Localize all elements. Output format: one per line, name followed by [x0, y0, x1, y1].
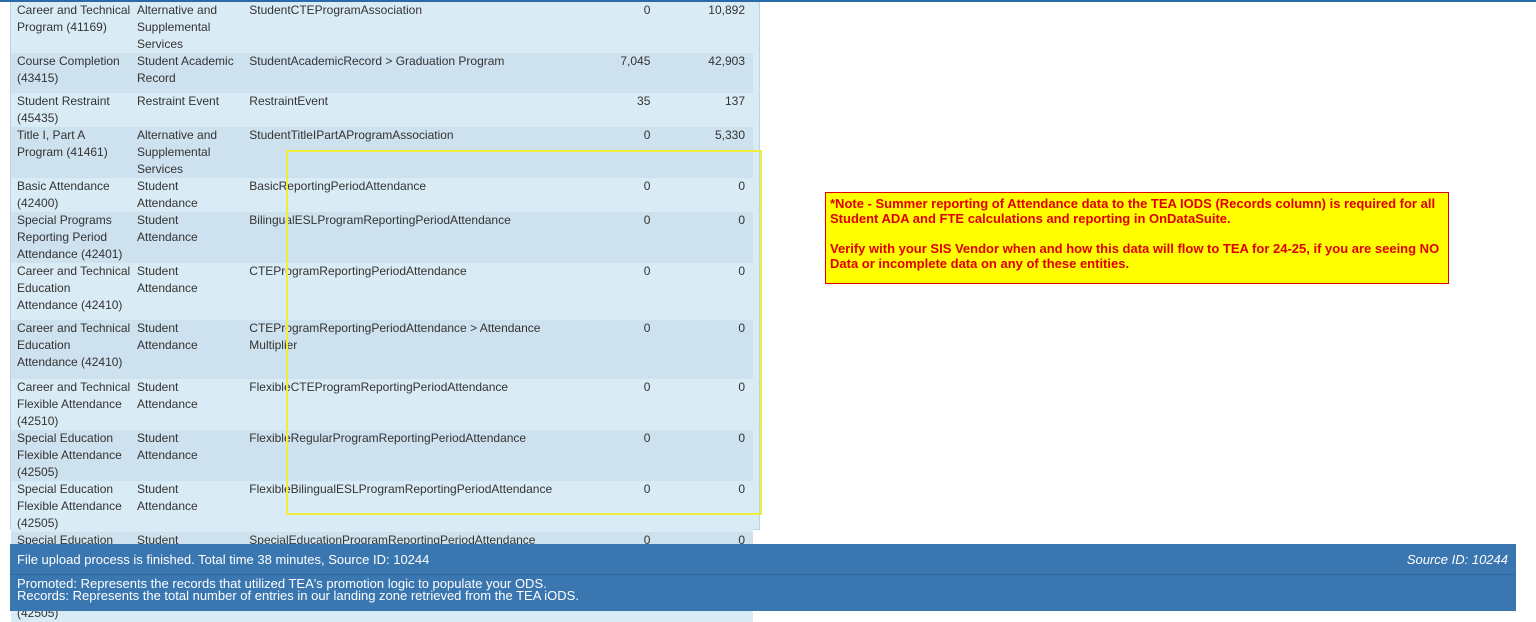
entity-table: Career and Technical Program (41169) Alt… — [11, 2, 753, 622]
promoted-cell: 7,045 — [620, 54, 651, 68]
note-line-1: *Note - Summer reporting of Attendance d… — [830, 196, 1436, 226]
promoted-cell: 0 — [643, 213, 651, 227]
promoted-cell: 0 — [643, 128, 651, 142]
records-cell: 0 — [738, 213, 745, 227]
table-row: Title I, Part A Program (41461) Alternat… — [11, 127, 753, 178]
promoted-cell: 0 — [643, 431, 651, 445]
table-row: Course Completion (43415) Student Academ… — [11, 53, 753, 93]
domain-cell: Student Attendance — [136, 264, 198, 295]
table-row: Career and Technical Flexible Attendance… — [11, 379, 753, 430]
table-row: Career and Technical Education Attendanc… — [11, 263, 753, 320]
records-definition: Records: Represents the total number of … — [17, 588, 579, 603]
promoted-cell: 35 — [637, 94, 651, 108]
promoted-cell: 0 — [643, 380, 651, 394]
records-cell: 10,892 — [708, 3, 745, 17]
upload-finished-message: File upload process is finished. Total t… — [17, 552, 430, 567]
domain-cell: Student Academic Record — [136, 54, 234, 85]
entity-cell: FlexibleRegularProgramReportingPeriodAtt… — [249, 431, 527, 445]
domain-cell: Student Attendance — [136, 321, 198, 352]
records-cell: 0 — [738, 264, 745, 278]
table-row: Career and Technical Program (41169) Alt… — [11, 2, 753, 53]
promoted-cell: 0 — [643, 321, 651, 335]
domain-cell: Student Attendance — [136, 482, 198, 513]
domain-cell: Restraint Event — [136, 94, 220, 108]
promoted-cell: 0 — [643, 264, 651, 278]
attendance-note: *Note - Summer reporting of Attendance d… — [825, 192, 1449, 284]
table-row: Special Education Flexible Attendance (4… — [11, 430, 753, 481]
note-line-2: Verify with your SIS Vendor when and how… — [830, 241, 1440, 271]
table-row: Special Programs Reporting Period Attend… — [11, 212, 753, 263]
category-cell: Special Programs Reporting Period Attend… — [17, 213, 123, 261]
entity-cell: CTEProgramReportingPeriodAttendance > At… — [249, 321, 541, 352]
entity-cell: FlexibleCTEProgramReportingPeriodAttenda… — [249, 380, 509, 394]
records-cell: 0 — [738, 321, 745, 335]
table-row: Career and Technical Education Attendanc… — [11, 320, 753, 379]
domain-cell: Student Attendance — [136, 431, 198, 462]
promoted-cell: 0 — [643, 482, 651, 496]
entity-cell: StudentTitleIPartAProgramAssociation — [249, 128, 454, 142]
domain-cell: Alternative and Supplemental Services — [136, 3, 218, 51]
entity-cell: BilingualESLProgramReportingPeriodAttend… — [249, 213, 511, 227]
entity-cell: BasicReportingPeriodAttendance — [249, 179, 427, 193]
category-cell: Course Completion (43415) — [17, 54, 120, 85]
records-cell: 5,330 — [714, 128, 745, 142]
category-cell: Career and Technical Education Attendanc… — [17, 264, 131, 312]
category-cell: Career and Technical Flexible Attendance… — [17, 380, 131, 428]
table-row: Basic Attendance (42400) Student Attenda… — [11, 178, 753, 212]
records-cell: 0 — [738, 482, 745, 496]
domain-cell: Student Attendance — [136, 380, 198, 411]
entity-cell: FlexibleBilingualESLProgramReportingPeri… — [249, 482, 553, 496]
table-row: Student Restraint (45435) Restraint Even… — [11, 93, 753, 127]
footer-header: File upload process is finished. Total t… — [10, 544, 1516, 575]
category-cell: Career and Technical Education Attendanc… — [17, 321, 131, 369]
domain-cell: Student Attendance — [136, 179, 198, 210]
entity-cell: StudentCTEProgramAssociation — [249, 3, 423, 17]
source-id-label: Source ID: 10244 — [1406, 552, 1508, 567]
domain-cell: Alternative and Supplemental Services — [136, 128, 218, 176]
records-cell: 42,903 — [708, 54, 745, 68]
records-cell: 137 — [724, 94, 745, 108]
category-cell: Career and Technical Program (41169) — [17, 3, 131, 34]
entity-cell: StudentAcademicRecord > Graduation Progr… — [249, 54, 505, 68]
category-cell: Special Education Flexible Attendance (4… — [17, 431, 122, 479]
records-cell: 0 — [738, 380, 745, 394]
records-cell: 0 — [738, 179, 745, 193]
category-cell: Basic Attendance (42400) — [17, 179, 110, 210]
category-cell: Special Education Flexible Attendance (4… — [17, 482, 122, 530]
entity-cell: CTEProgramReportingPeriodAttendance — [249, 264, 467, 278]
promoted-cell: 0 — [643, 179, 651, 193]
entity-cell: RestraintEvent — [249, 94, 328, 108]
domain-cell: Student Attendance — [136, 213, 198, 244]
promoted-cell: 0 — [643, 3, 651, 17]
table-row: Special Education Flexible Attendance (4… — [11, 481, 753, 532]
category-cell: Title I, Part A Program (41461) — [17, 128, 108, 159]
column-definitions: Promoted: Represents the records that ut… — [17, 577, 579, 603]
upload-status-footer: File upload process is finished. Total t… — [10, 544, 1516, 611]
entity-grid: Career and Technical Program (41169) Alt… — [10, 2, 760, 622]
category-cell: Student Restraint (45435) — [17, 94, 110, 125]
records-cell: 0 — [738, 431, 745, 445]
